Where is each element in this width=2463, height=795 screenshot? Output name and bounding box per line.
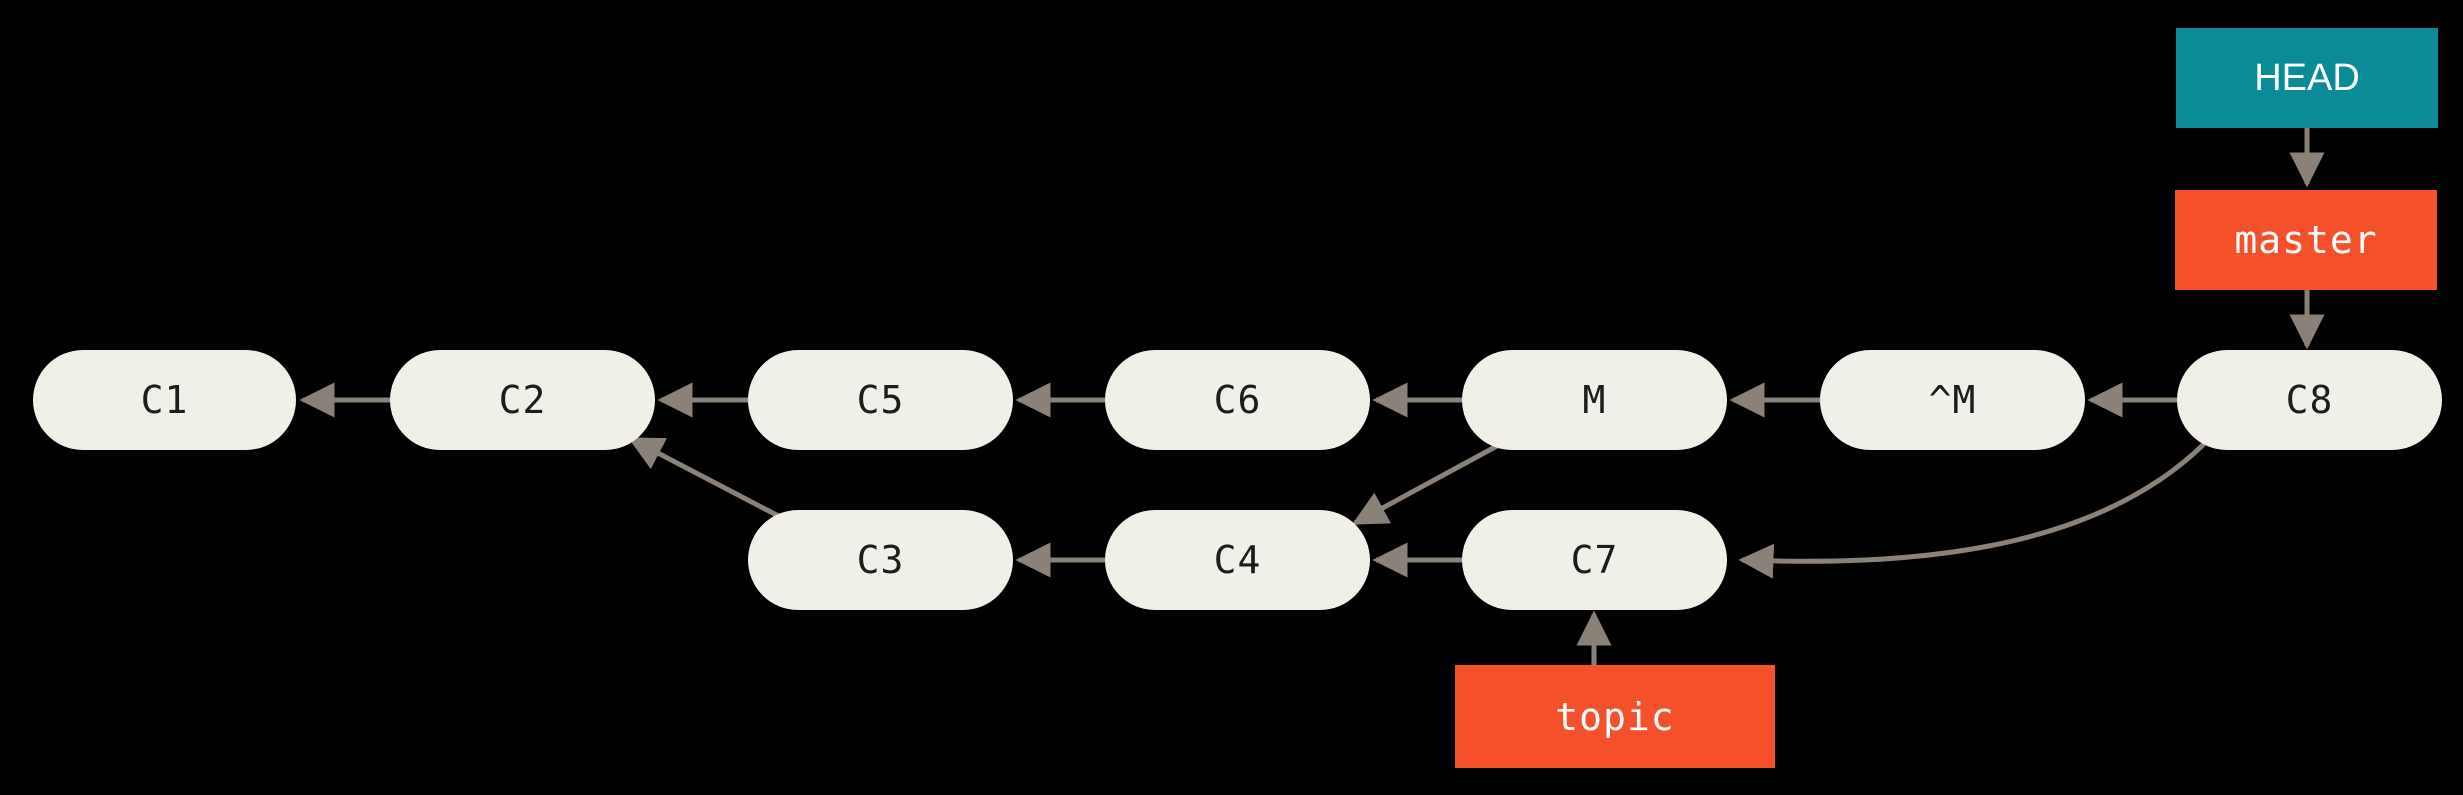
commit-label: C5 [856,378,905,422]
branch-label-topic[interactable]: topic [1455,665,1775,768]
commit-node-c5[interactable]: C5 [748,350,1013,450]
branch-label: topic [1555,694,1675,739]
commit-graph-canvas: C1 C2 C5 C6 M ^M C8 C3 C4 C7 HEAD master… [0,0,2463,795]
commit-node-m[interactable]: M [1462,350,1727,450]
commit-label: C2 [498,378,547,422]
commit-label: C3 [856,538,905,582]
commit-label: ^M [1928,378,1977,422]
commit-node-caret-m[interactable]: ^M [1820,350,2085,450]
head-label: HEAD [2254,57,2360,99]
commit-node-c8[interactable]: C8 [2177,350,2442,450]
edge-c8-to-c7 [1738,442,2206,579]
commit-node-c6[interactable]: C6 [1105,350,1370,450]
commit-node-c1[interactable]: C1 [33,350,296,450]
branch-label: master [2234,218,2378,262]
commit-node-c4[interactable]: C4 [1105,510,1370,610]
commit-label: C8 [2285,378,2334,422]
commit-label: C6 [1213,378,1262,422]
commit-node-c7[interactable]: C7 [1462,510,1727,610]
head-pointer[interactable]: HEAD [2176,28,2438,128]
commit-label: C4 [1213,538,1262,582]
commit-label: C7 [1570,538,1619,582]
edge-c3-to-c2 [627,436,792,525]
commit-node-c2[interactable]: C2 [390,350,655,450]
commit-label: C1 [140,378,189,422]
commit-node-c3[interactable]: C3 [748,510,1013,610]
commit-label: M [1582,378,1607,422]
edge-m-to-c4 [1351,437,1510,526]
branch-label-master[interactable]: master [2175,190,2437,290]
